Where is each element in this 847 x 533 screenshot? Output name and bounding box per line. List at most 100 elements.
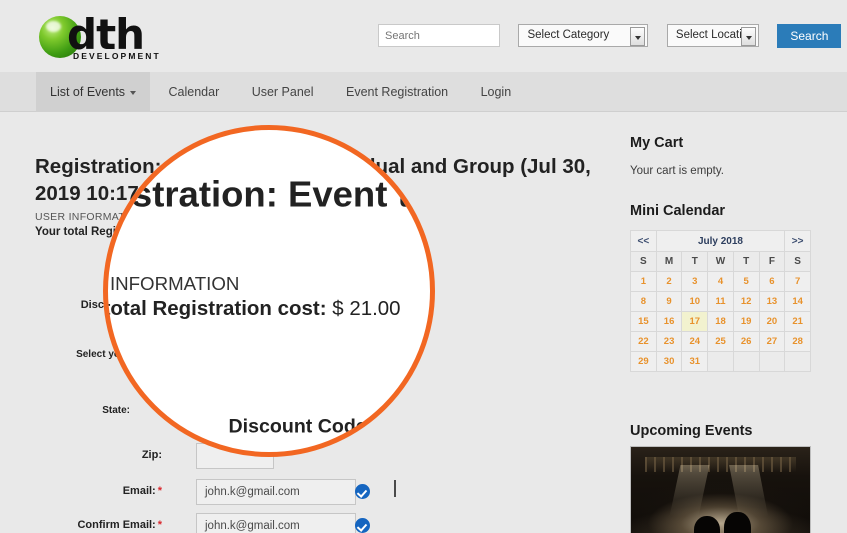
calendar-day-11[interactable]: 11 — [707, 291, 734, 312]
calendar-day-6[interactable]: 6 — [758, 271, 786, 292]
calendar-day-20[interactable]: 20 — [758, 311, 786, 332]
magnified-page-title: Registration: Event type for Individual … — [108, 174, 430, 216]
calendar-week-row: 29 30 31 — [630, 351, 811, 372]
magnified-discount-code-label: Discount Code: — [228, 416, 374, 438]
confirm-email-label: Confirm Email: * — [77, 519, 162, 531]
form-row-confirm-email: Confirm Email: * john.k@gmail.com — [0, 513, 560, 533]
required-asterisk: * — [157, 519, 162, 531]
magnified-row-discount-code: Discount Code: SUMMER — [108, 407, 430, 452]
calendar-week-row: 1234567 — [630, 271, 811, 292]
magnified-cost-amount: $ 21.00 — [332, 299, 401, 321]
confirm-email-input[interactable]: john.k@gmail.com — [196, 513, 356, 533]
cart-empty-text: Your cart is empty. — [630, 165, 724, 177]
nav-item-login[interactable]: Login — [467, 72, 526, 112]
calendar-day-27[interactable]: 27 — [758, 331, 786, 352]
calendar-day-14[interactable]: 14 — [784, 291, 811, 312]
upcoming-event-image[interactable] — [630, 446, 811, 533]
calendar-day-19[interactable]: 19 — [732, 311, 760, 332]
nav-label: List of Events — [50, 85, 126, 99]
magnified-section-heading: USER INFORMATION — [108, 274, 240, 296]
calendar-body: 1 2 3 4 5 6 7 8 9 10 11 12 13 14 15 16 17 18 19 20 21 22 23 24 2… — [630, 271, 811, 372]
site-header: dth DEVELOPMENT Select Category Select L… — [0, 0, 847, 72]
site-logo[interactable]: dth DEVELOPMENT — [35, 8, 165, 63]
calendar-week-row: 8 9 10 11 12 13 14 — [630, 291, 811, 312]
calendar-day-9[interactable]: 9 — [655, 291, 683, 312]
search-button[interactable]: Search — [777, 24, 842, 48]
email-verified-check-icon — [355, 484, 370, 499]
calendar-dayname-sun: S — [630, 251, 657, 272]
confirm-email-verified-check-icon — [355, 518, 370, 533]
search-input[interactable] — [378, 24, 500, 47]
calendar-day-8[interactable]: 8 — [630, 291, 657, 312]
calendar-dayname-tue: T — [681, 251, 709, 272]
form-row-email: Email: * john.k@gmail.com — [0, 479, 560, 507]
calendar-dayname-thu: T — [732, 251, 760, 272]
category-select[interactable]: Select Category — [518, 24, 649, 47]
app-page: dth DEVELOPMENT Select Category Select L… — [0, 0, 847, 533]
calendar-day-22[interactable]: 22 — [630, 331, 657, 352]
calendar-day-4[interactable]: 4 — [707, 271, 734, 292]
calendar-empty-cell — [758, 351, 786, 372]
calendar-day-29[interactable]: 29 — [630, 351, 657, 372]
calendar-dayname-fri: F — [758, 251, 786, 272]
email-input[interactable]: john.k@gmail.com — [196, 479, 356, 505]
required-asterisk: * — [157, 485, 162, 497]
calendar-dayname-wed: W — [707, 251, 734, 272]
calendar-day-30[interactable]: 30 — [655, 351, 683, 372]
calendar-day-5[interactable]: 5 — [732, 271, 760, 292]
chevron-down-icon — [130, 90, 137, 95]
nav-item-event-registration[interactable]: Event Registration — [332, 72, 462, 112]
calendar-day-10[interactable]: 10 — [681, 291, 709, 312]
calendar-day-7[interactable]: 7 — [784, 271, 811, 292]
chevron-down-icon[interactable] — [740, 27, 756, 46]
header-search-bar: Select Category Select Location Search — [378, 24, 842, 48]
stage-truss — [645, 456, 796, 473]
nav-item-user-panel[interactable]: User Panel — [238, 72, 328, 112]
category-select-label: Select Category — [527, 29, 610, 41]
calendar-day-16[interactable]: 16 — [655, 311, 683, 332]
nav-item-list-of-events[interactable]: List of Events — [36, 72, 151, 112]
magnified-discount-code-input[interactable]: SUMMER — [382, 407, 430, 451]
calendar-day-12[interactable]: 12 — [732, 291, 760, 312]
calendar-day-28[interactable]: 28 — [784, 331, 811, 352]
main-navigation: List of Events Calendar User Panel Event… — [0, 72, 847, 112]
calendar-day-23[interactable]: 23 — [655, 331, 683, 352]
calendar-day-25[interactable]: 25 — [707, 331, 734, 352]
mini-calendar[interactable]: << July 2018 >> S M T W T F S 1234567891… — [630, 230, 811, 372]
location-select[interactable]: Select Location — [666, 24, 759, 47]
upcoming-events-title: Upcoming Events — [630, 423, 753, 439]
calendar-prev-button[interactable]: << — [630, 230, 657, 252]
calendar-day-18[interactable]: 18 — [707, 311, 734, 332]
calendar-day-17[interactable]: 17 — [681, 311, 709, 332]
magnified-cost-label: Your total Registration cost: — [103, 299, 327, 321]
calendar-day-1[interactable]: 1 — [630, 271, 657, 292]
calendar-header-row: << July 2018 >> — [630, 230, 811, 252]
magnifier-lens-content: Registration: Event type for Individual … — [108, 130, 430, 452]
calendar-empty-cell — [784, 351, 811, 372]
calendar-day-26[interactable]: 26 — [732, 331, 760, 352]
calendar-day-21[interactable]: 21 — [784, 311, 811, 332]
right-sidebar: My Cart Your cart is empty. Mini Calenda… — [614, 113, 847, 533]
magnifier-lens: Registration: Event type for Individual … — [103, 125, 435, 457]
email-label: Email: * — [122, 485, 162, 497]
calendar-empty-cell — [707, 351, 734, 372]
calendar-dayname-row: S M T W T F S — [630, 251, 811, 272]
mini-calendar-title: Mini Calendar — [630, 203, 726, 219]
calendar-day-15[interactable]: 15 — [630, 311, 657, 332]
calendar-month-label: July 2018 — [655, 230, 786, 252]
calendar-empty-cell — [732, 351, 760, 372]
calendar-week-row: 15 16 17 18 19 20 21 — [630, 311, 811, 332]
calendar-dayname-sat: S — [784, 251, 811, 272]
calendar-day-13[interactable]: 13 — [758, 291, 786, 312]
my-cart-title: My Cart — [630, 135, 684, 151]
calendar-day-3[interactable]: 3 — [681, 271, 709, 292]
nav-item-calendar[interactable]: Calendar — [155, 72, 234, 112]
calendar-next-button[interactable]: >> — [784, 230, 811, 252]
text-cursor — [394, 480, 396, 497]
calendar-day-24[interactable]: 24 — [681, 331, 709, 352]
calendar-day-2[interactable]: 2 — [655, 271, 683, 292]
logo-tagline: DEVELOPMENT — [73, 51, 161, 61]
calendar-day-31[interactable]: 31 — [681, 351, 709, 372]
calendar-week-row: 22 23 24 25 26 27 28 — [630, 331, 811, 352]
chevron-down-icon[interactable] — [630, 27, 646, 46]
